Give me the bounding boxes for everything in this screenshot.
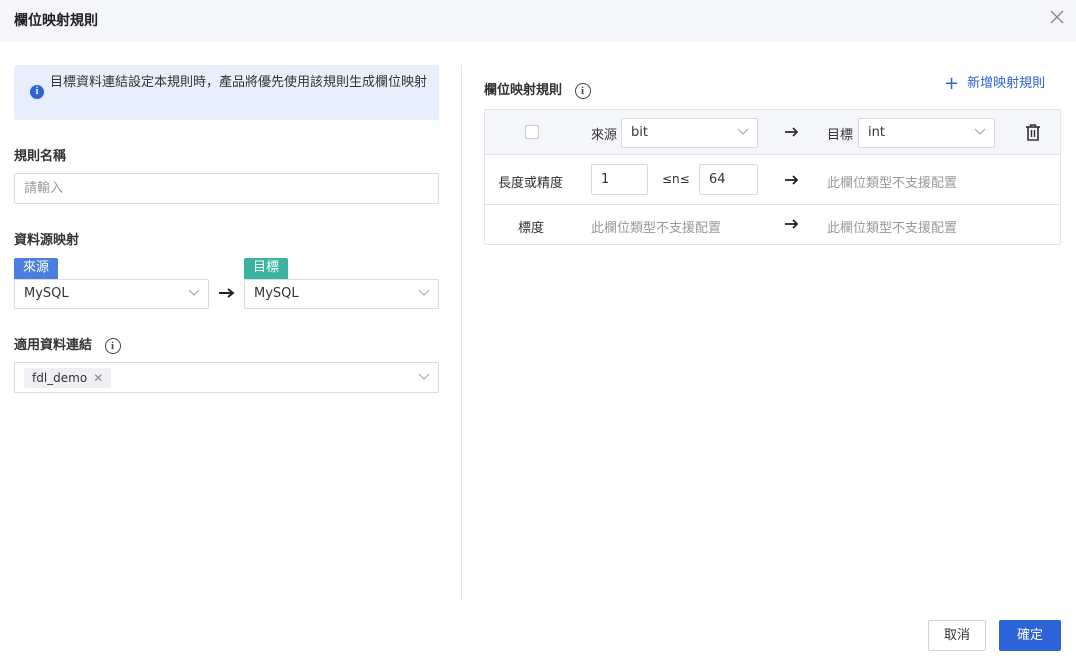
table-row: 長度或精度 ≤n≤ 此欄位類型不支援配置	[485, 155, 1060, 205]
info-icon[interactable]: i	[104, 337, 121, 354]
table-header-row: 來源 bit 目標 int	[485, 110, 1060, 155]
source-db-select[interactable]: MySQL	[14, 279, 209, 309]
arrow-right-icon	[784, 174, 800, 190]
connections-label: 適用資料連結	[14, 338, 93, 353]
select-all-checkbox[interactable]	[525, 125, 539, 139]
info-banner: i 目標資料連結設定本規則時，產品將優先使用該規則生成欄位映射	[14, 65, 439, 120]
chevron-down-icon	[418, 373, 430, 380]
target-unsupported-text: 此欄位類型不支援配置	[827, 221, 958, 236]
close-icon[interactable]	[1046, 6, 1068, 28]
range-operator: ≤n≤	[662, 172, 690, 186]
plus-icon: +	[944, 73, 960, 94]
arrow-right-icon	[784, 218, 800, 234]
dialog-header: 欄位映射規則	[0, 0, 1076, 42]
source-unsupported-text: 此欄位類型不支援配置	[591, 221, 722, 236]
arrow-right-icon	[218, 286, 236, 304]
connections-label-row: 適用資料連結 i	[14, 334, 121, 354]
max-length-input[interactable]	[699, 164, 758, 195]
target-type-label: 目標	[827, 128, 854, 143]
info-icon[interactable]: i	[574, 82, 591, 99]
arrow-right-icon	[784, 126, 800, 142]
connection-chip: fdl_demo ✕	[24, 368, 112, 388]
chip-close-icon[interactable]: ✕	[93, 368, 103, 388]
info-icon: i	[30, 85, 44, 99]
min-length-input[interactable]	[591, 164, 648, 195]
source-type-select[interactable]: bit	[621, 118, 758, 148]
target-unsupported-text: 此欄位類型不支援配置	[827, 176, 958, 191]
panel-divider	[461, 65, 462, 601]
target-type-select[interactable]: int	[858, 118, 995, 148]
chevron-down-icon	[737, 128, 749, 135]
confirm-button[interactable]: 確定	[999, 620, 1061, 651]
cancel-button[interactable]: 取消	[928, 620, 986, 651]
chevron-down-icon	[418, 289, 430, 296]
rule-name-label: 規則名稱	[14, 149, 67, 164]
info-text: 目標資料連結設定本規則時，產品將優先使用該規則生成欄位映射	[50, 75, 428, 90]
mapping-rules-title-row: 欄位映射規則 i	[484, 79, 591, 99]
dialog-title: 欄位映射規則	[14, 13, 98, 29]
mapping-table: 來源 bit 目標 int 長度或精度 ≤n≤ 此欄位類型不支援配置 標度 此欄…	[484, 109, 1061, 245]
source-tag: 來源	[14, 258, 58, 279]
source-type-value: bit	[631, 125, 648, 140]
source-type-label: 來源	[591, 128, 618, 143]
mapping-rules-title: 欄位映射規則	[484, 83, 563, 98]
add-rule-button[interactable]: + 新增映射規則	[944, 72, 1045, 94]
connection-chip-label: fdl_demo	[32, 371, 88, 385]
chevron-down-icon	[974, 128, 986, 135]
target-tag: 目標	[244, 258, 288, 279]
target-type-value: int	[868, 125, 885, 140]
target-db-select[interactable]: MySQL	[244, 279, 439, 309]
add-rule-label: 新增映射規則	[967, 76, 1046, 91]
source-db-value: MySQL	[24, 286, 69, 301]
source-mapping-label: 資料源映射	[14, 233, 80, 248]
row-label: 標度	[518, 221, 545, 236]
table-row: 標度 此欄位類型不支援配置 此欄位類型不支援配置	[485, 205, 1060, 244]
chevron-down-icon	[188, 289, 200, 296]
connections-select[interactable]: fdl_demo ✕	[14, 362, 439, 393]
target-db-value: MySQL	[254, 286, 299, 301]
trash-icon[interactable]	[1025, 124, 1041, 145]
row-label: 長度或精度	[498, 176, 564, 191]
rule-name-input[interactable]	[14, 173, 439, 204]
